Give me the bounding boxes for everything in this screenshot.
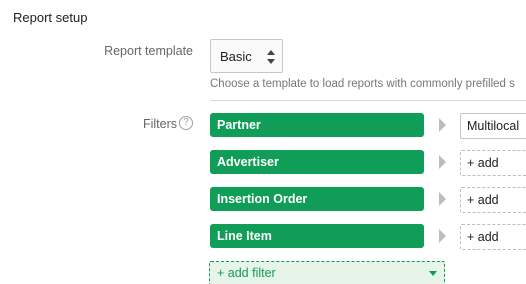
template-helper-text: Choose a template to load reports with c… — [210, 78, 515, 90]
report-template-select[interactable]: Basic — [210, 39, 283, 73]
divider — [210, 100, 526, 101]
add-filter-button[interactable]: + add filter — [209, 261, 445, 284]
help-icon[interactable]: ? — [179, 116, 193, 130]
expand-arrow-icon[interactable] — [439, 155, 446, 169]
chevron-down-icon — [429, 271, 437, 276]
filter-chip-line-item[interactable]: Line Item — [210, 224, 424, 248]
section-title: Report setup — [13, 10, 88, 25]
filters-label: Filters — [142, 117, 177, 131]
filter-value-partner[interactable]: Multilocal — [460, 113, 526, 139]
report-template-label: Report template — [104, 44, 193, 58]
filter-chip-insertion-order[interactable]: Insertion Order — [210, 187, 424, 211]
expand-arrow-icon[interactable] — [439, 118, 446, 132]
report-template-value: Basic — [220, 48, 252, 64]
select-arrows-icon — [267, 50, 275, 64]
expand-arrow-icon[interactable] — [439, 229, 446, 243]
add-line-item-button[interactable]: + add — [460, 224, 526, 250]
filter-chip-advertiser[interactable]: Advertiser — [210, 150, 424, 174]
expand-arrow-icon[interactable] — [439, 192, 446, 206]
add-advertiser-button[interactable]: + add — [460, 150, 526, 176]
add-filter-label: + add filter — [217, 266, 276, 280]
add-insertion-order-button[interactable]: + add — [460, 187, 526, 213]
filter-chip-partner[interactable]: Partner — [210, 113, 424, 137]
